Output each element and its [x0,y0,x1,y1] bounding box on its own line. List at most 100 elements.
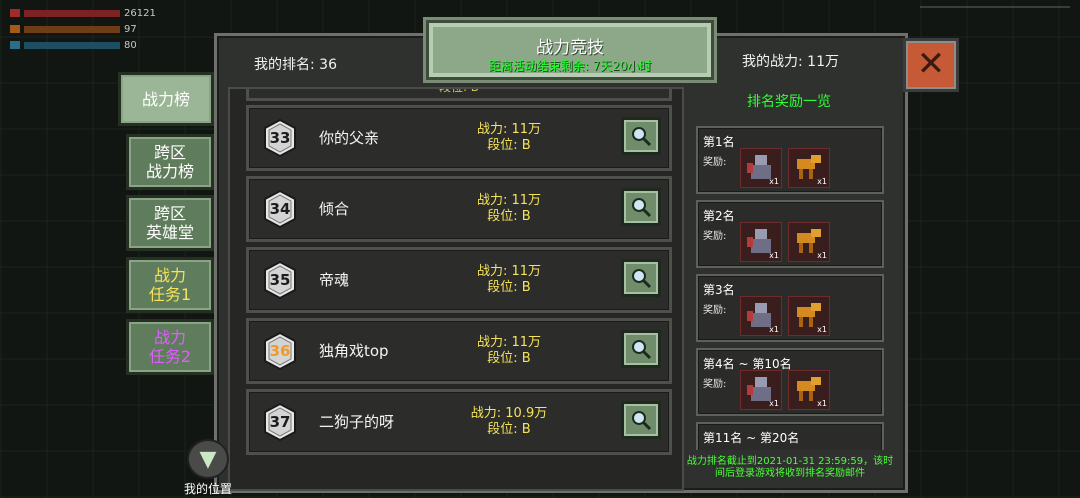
player-power: 战力: 11万 [476,335,542,350]
close-icon: ✕ [916,44,946,84]
magnifier-icon [632,340,652,360]
player-stats: 战力: 11万 段位: B [449,264,569,296]
partial-row-tier: 段位: B [438,87,480,94]
armor-reward-icon[interactable]: x1 [740,296,782,336]
energy-bar [24,25,120,33]
reward-tier: 第4名 ~ 第10名 奖励: x1 x1 [696,348,884,416]
player-power: 战力: 11万 [476,193,542,208]
player-stats: 战力: 11万 段位: B [449,122,569,154]
rank-badge-icon: 37 [263,403,297,441]
hud-row-mp: 97 [10,22,156,36]
player-stats: 战力: 10.9万 段位: B [449,406,569,438]
magnifier-icon [632,411,652,431]
page-title: 战力竞技 [536,38,604,58]
view-player-button[interactable] [621,188,661,226]
tab-power-ranking[interactable]: 战力榜 [118,72,214,126]
armor-reward-icon[interactable]: x1 [740,370,782,410]
dinosaur-reward-icon[interactable]: x1 [788,148,830,188]
player-tier: 段位: B [487,209,531,224]
title-banner: 战力竞技 距离活动结束剩余: 7天20小时 [426,20,714,80]
reward-tier-label: 第3名 [703,283,735,297]
player-power: 战力: 11万 [476,264,542,279]
reward-quantity: x1 [817,177,827,186]
reward-tier-label: 第2名 [703,209,735,223]
tab-power-task-1-label: 战力 任务1 [148,266,192,304]
dinosaur-reward-icon[interactable]: x1 [788,222,830,262]
reward-tier-label: 第11名 ~ 第20名 [703,431,800,445]
tab-power-task-2-label: 战力 任务2 [148,328,192,366]
title-banner-inner: 战力竞技 距离活动结束剩余: 7天20小时 [433,27,707,73]
view-player-button[interactable] [621,259,661,297]
rank-badge-icon: 35 [263,261,297,299]
shield-value: 80 [124,39,137,51]
view-player-button[interactable] [621,117,661,155]
ranking-list[interactable]: 段位: B 33 你的父亲 战力: 11万 段位: B 34 倾合 战力: 11万 段位: B… [228,87,684,491]
armor-reward-icon[interactable]: x1 [740,148,782,188]
energy-value: 97 [124,23,137,35]
ranking-row-partial: 段位: B [246,87,672,101]
hp-value: 26121 [124,7,156,19]
tab-cross-server-power-label: 跨区 战力榜 [145,143,194,181]
player-stats: 战力: 11万 段位: B [449,335,569,367]
armor-reward-icon[interactable]: x1 [740,222,782,262]
player-name: 帝魂 [319,271,350,289]
tab-power-task-2[interactable]: 战力 任务2 [126,319,214,375]
rank-number: 35 [269,271,291,289]
my-power-label: 我的战力: 11万 [742,54,839,70]
shield-bar [24,41,120,49]
reward-tier: 第3名奖励: x1 x1 [696,274,884,342]
reward-label: 奖励: [703,231,727,242]
tab-cross-server-heroes-label: 跨区 英雄堂 [145,204,194,242]
reward-label: 奖励: [703,379,727,390]
countdown-text: 距离活动结束剩余: 7天20小时 [488,59,652,73]
view-player-button[interactable] [621,330,661,368]
reward-label: 奖励: [703,305,727,316]
rewards-title: 排名奖励一览 [747,94,831,110]
rank-badge-icon: 33 [263,119,297,157]
reward-quantity: x1 [817,399,827,408]
hud-row-hp: 26121 [10,6,156,20]
player-name: 你的父亲 [319,129,380,147]
reward-tier-label: 第1名 [703,135,735,149]
rank-number: 34 [269,200,291,218]
rank-number: 37 [269,413,291,431]
player-power: 战力: 10.9万 [470,406,548,421]
rewards-list[interactable]: 第1名 奖励: x1 x1 第2名 奖励: x1 x1 第3名 奖励: x1 x1 第4名 ~ 第10名… [684,114,890,450]
my-position-button[interactable]: ▼ 我的位置 [178,439,238,497]
player-tier: 段位: B [487,280,531,295]
player-name: 倾合 [319,200,350,218]
close-button[interactable]: ✕ [903,38,959,92]
tab-cross-server-power[interactable]: 跨区 战力榜 [126,134,214,190]
reward-deadline-note: 战力排名截止到2021-01-31 23:59:59，该时间后登录游戏将收到排名… [686,456,894,479]
player-tier: 段位: B [487,138,531,153]
magnifier-icon [632,127,652,147]
shield-icon [10,41,20,49]
rank-badge-icon: 34 [263,190,297,228]
dinosaur-reward-icon[interactable]: x1 [788,296,830,336]
player-name: 独角戏top [319,342,389,360]
reward-quantity: x1 [817,325,827,334]
reward-quantity: x1 [817,251,827,260]
player-tier: 段位: B [487,422,531,437]
energy-icon [10,25,20,33]
ranking-row: 35 帝魂 战力: 11万 段位: B [246,247,672,313]
reward-tier: 第1名奖励: x1 x1 [696,126,884,194]
magnifier-icon [632,198,652,218]
view-player-button[interactable] [621,401,661,439]
tab-cross-server-heroes[interactable]: 跨区 英雄堂 [126,195,214,251]
dinosaur-reward-icon[interactable]: x1 [788,370,830,410]
reward-tier: 第11名 ~ 第20名 [696,422,884,450]
my-rank-label: 我的排名: 36 [254,57,337,73]
tab-power-task-1[interactable]: 战力 任务1 [126,257,214,313]
rank-number: 36 [269,342,291,360]
arrow-down-icon: ▼ [187,439,229,479]
reward-label: 奖励: [703,157,727,168]
hud-row-xp: 80 [10,38,156,52]
reward-quantity: x1 [769,177,779,186]
ranking-row: 37 二狗子的呀 战力: 10.9万 段位: B [246,389,672,455]
rank-badge-icon: 36 [263,332,297,370]
heart-icon [10,9,20,17]
reward-quantity: x1 [769,399,779,408]
magnifier-icon [632,269,652,289]
tab-power-ranking-label: 战力榜 [141,89,190,109]
